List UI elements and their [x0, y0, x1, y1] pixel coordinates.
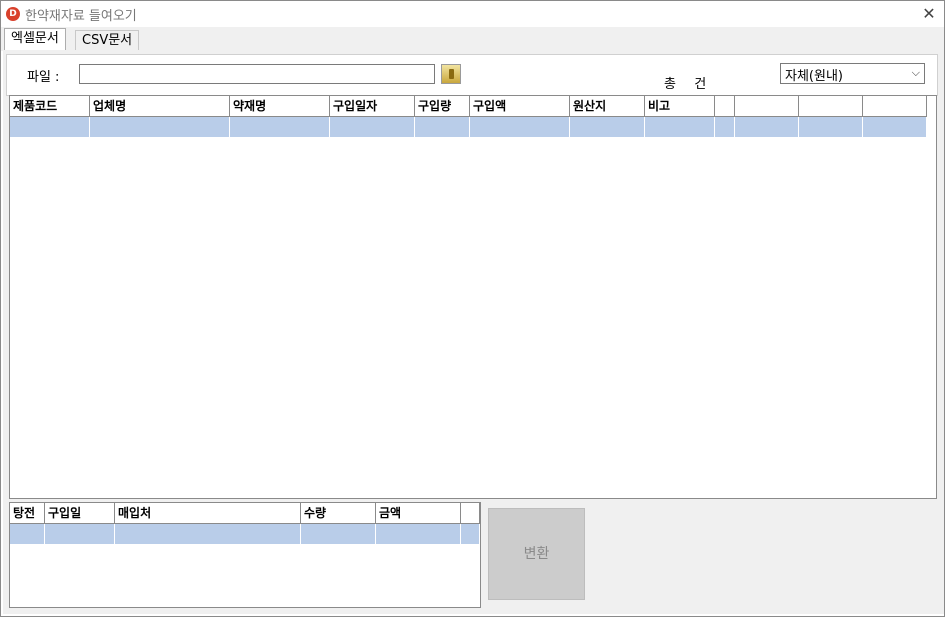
column-header[interactable] [461, 503, 480, 523]
table-cell[interactable] [90, 117, 230, 137]
convert-button[interactable]: 변환 [488, 508, 585, 600]
title-bar: D 한약재자료 들여오기 ✕ [1, 1, 944, 27]
column-header[interactable] [863, 96, 927, 116]
app-logo-icon: D [6, 7, 20, 21]
column-header[interactable]: 업체명 [90, 96, 230, 116]
column-header[interactable]: 제품코드 [10, 96, 90, 116]
table-cell[interactable] [301, 524, 376, 544]
table-cell[interactable] [645, 117, 715, 137]
table-cell[interactable] [45, 524, 115, 544]
column-header[interactable]: 매입처 [115, 503, 301, 523]
grid-header: 제품코드 업체명 약재명 구입일자 구입량 구입액 원산지 비고 [10, 96, 927, 117]
column-header[interactable]: 원산지 [570, 96, 645, 116]
column-header[interactable]: 구입일 [45, 503, 115, 523]
column-header[interactable] [735, 96, 799, 116]
table-cell[interactable] [415, 117, 470, 137]
decoction-grid[interactable]: 탕전 구입일 매입처 수량 금액 [9, 502, 481, 608]
table-cell[interactable] [330, 117, 415, 137]
window-title: 한약재자료 들여오기 [25, 9, 137, 24]
table-cell[interactable] [461, 524, 480, 544]
table-cell[interactable] [715, 117, 735, 137]
table-cell[interactable] [863, 117, 927, 137]
tab-excel[interactable]: 엑셀문서 [4, 28, 66, 52]
column-header[interactable]: 비고 [645, 96, 715, 116]
total-prefix: 총 [664, 77, 676, 92]
grid-header: 탕전 구입일 매입처 수량 금액 [10, 503, 480, 524]
source-select-value: 자체(원내) [785, 69, 843, 84]
window-edge [938, 50, 944, 614]
table-cell[interactable] [115, 524, 301, 544]
column-header[interactable]: 탕전 [10, 503, 45, 523]
column-header[interactable]: 구입액 [470, 96, 570, 116]
table-row[interactable] [10, 524, 480, 544]
column-header[interactable]: 수량 [301, 503, 376, 523]
column-header[interactable]: 약재명 [230, 96, 330, 116]
table-cell[interactable] [376, 524, 461, 544]
tab-bar: 엑셀문서 CSV문서 [1, 27, 944, 52]
table-cell[interactable] [10, 117, 90, 137]
purchase-data-grid[interactable]: 제품코드 업체명 약재명 구입일자 구입량 구입액 원산지 비고 [9, 95, 937, 499]
file-path-input[interactable] [79, 64, 435, 84]
file-label: 파일 : [27, 70, 60, 85]
close-button[interactable]: ✕ [916, 3, 942, 25]
column-header[interactable]: 구입일자 [330, 96, 415, 116]
table-cell[interactable] [735, 117, 799, 137]
tab-csv[interactable]: CSV문서 [75, 30, 140, 51]
table-cell[interactable] [570, 117, 645, 137]
column-header[interactable]: 구입량 [415, 96, 470, 116]
column-header[interactable]: 금액 [376, 503, 461, 523]
table-cell[interactable] [470, 117, 570, 137]
total-count-label: 총 건 [664, 73, 706, 92]
table-row[interactable] [10, 117, 927, 137]
table-cell[interactable] [799, 117, 863, 137]
source-select[interactable]: 자체(원내) ⌵ [780, 63, 925, 84]
folder-icon[interactable] [441, 64, 461, 84]
table-cell[interactable] [230, 117, 330, 137]
column-header[interactable] [799, 96, 863, 116]
table-cell[interactable] [10, 524, 45, 544]
chevron-down-icon: ⌵ [911, 66, 920, 79]
column-header[interactable] [715, 96, 735, 116]
total-suffix: 건 [694, 77, 707, 92]
